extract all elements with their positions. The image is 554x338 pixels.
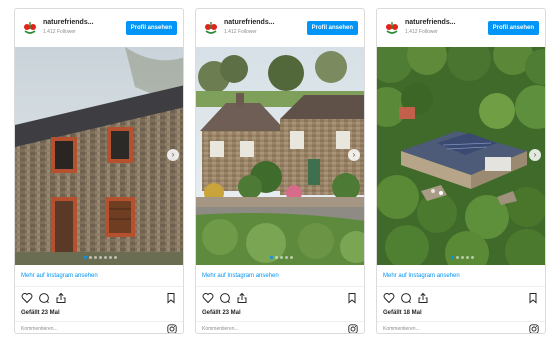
post-header: naturefriends... 1.412 Follower Profil a… (15, 9, 183, 47)
comment-input[interactable] (202, 324, 322, 333)
post-actions (377, 291, 545, 307)
bookmark-icon[interactable] (526, 291, 540, 305)
view-profile-button[interactable]: Profil ansehen (125, 21, 177, 35)
comment-input[interactable] (383, 324, 503, 333)
post-actions (196, 291, 364, 307)
comment-icon[interactable] (399, 291, 413, 305)
view-profile-button[interactable]: Profil ansehen (487, 21, 539, 35)
carousel-dot[interactable] (470, 256, 474, 259)
like-count: Gefällt 23 Mal (202, 310, 241, 316)
like-count: Gefällt 18 Mal (383, 310, 422, 316)
naturefriends-logo-icon[interactable] (383, 19, 401, 37)
view-more-on-instagram-link[interactable]: Mehr auf Instagram ansehen (15, 265, 183, 287)
view-more-on-instagram-link[interactable]: Mehr auf Instagram ansehen (196, 265, 364, 287)
heart-icon[interactable] (382, 291, 396, 305)
instagram-icon[interactable] (529, 324, 539, 334)
instagram-icon[interactable] (348, 324, 358, 334)
follower-count: 1.412 Follower (43, 29, 76, 35)
view-more-on-instagram-link[interactable]: Mehr auf Instagram ansehen (377, 265, 545, 287)
instagram-post-card: naturefriends... 1.412 Follower Profil a… (376, 8, 546, 334)
comment-row (196, 321, 364, 334)
follower-count: 1.412 Follower (405, 29, 438, 35)
carousel-dot[interactable] (88, 256, 92, 259)
carousel-dot[interactable] (289, 256, 293, 259)
carousel-dot[interactable] (274, 256, 278, 259)
carousel-dot[interactable] (460, 256, 464, 259)
heart-icon[interactable] (201, 291, 215, 305)
bookmark-icon[interactable] (164, 291, 178, 305)
comment-row (15, 321, 183, 334)
bookmark-icon[interactable] (345, 291, 359, 305)
instagram-icon[interactable] (167, 324, 177, 334)
account-username[interactable]: naturefriends... (405, 19, 456, 26)
comment-input[interactable] (21, 324, 141, 333)
heart-icon[interactable] (20, 291, 34, 305)
carousel-dot[interactable] (279, 256, 283, 259)
carousel-dot[interactable] (269, 256, 273, 259)
share-icon[interactable] (235, 291, 249, 305)
carousel-dot[interactable] (103, 256, 107, 259)
account-username[interactable]: naturefriends... (224, 19, 275, 26)
post-image[interactable]: › (15, 47, 183, 265)
post-header: naturefriends... 1.412 Follower Profil a… (196, 9, 364, 47)
carousel-dot[interactable] (98, 256, 102, 259)
comment-icon[interactable] (37, 291, 51, 305)
chevron-right-icon[interactable]: › (167, 149, 179, 161)
follower-count: 1.412 Follower (224, 29, 257, 35)
carousel-dots (377, 256, 545, 259)
carousel-dot[interactable] (455, 256, 459, 259)
share-icon[interactable] (54, 291, 68, 305)
carousel-dot[interactable] (284, 256, 288, 259)
post-actions (15, 291, 183, 307)
carousel-dots (15, 256, 183, 259)
carousel-dot[interactable] (108, 256, 112, 259)
carousel-dot[interactable] (465, 256, 469, 259)
share-icon[interactable] (416, 291, 430, 305)
carousel-dot[interactable] (93, 256, 97, 259)
carousel-dots (196, 256, 364, 259)
carousel-dot[interactable] (113, 256, 117, 259)
comment-row (377, 321, 545, 334)
instagram-post-card: naturefriends... 1.412 Follower Profil a… (14, 8, 184, 334)
instagram-post-card: naturefriends... 1.412 Follower Profil a… (195, 8, 365, 334)
account-username[interactable]: naturefriends... (43, 19, 94, 26)
carousel-dot[interactable] (83, 256, 87, 259)
post-header: naturefriends... 1.412 Follower Profil a… (377, 9, 545, 47)
view-profile-button[interactable]: Profil ansehen (306, 21, 358, 35)
chevron-right-icon[interactable]: › (529, 149, 541, 161)
post-image[interactable]: › (196, 47, 364, 265)
naturefriends-logo-icon[interactable] (202, 19, 220, 37)
post-image[interactable]: › (377, 47, 545, 265)
chevron-right-icon[interactable]: › (348, 149, 360, 161)
comment-icon[interactable] (218, 291, 232, 305)
naturefriends-logo-icon[interactable] (21, 19, 39, 37)
carousel-dot[interactable] (450, 256, 454, 259)
like-count: Gefällt 23 Mal (21, 310, 60, 316)
